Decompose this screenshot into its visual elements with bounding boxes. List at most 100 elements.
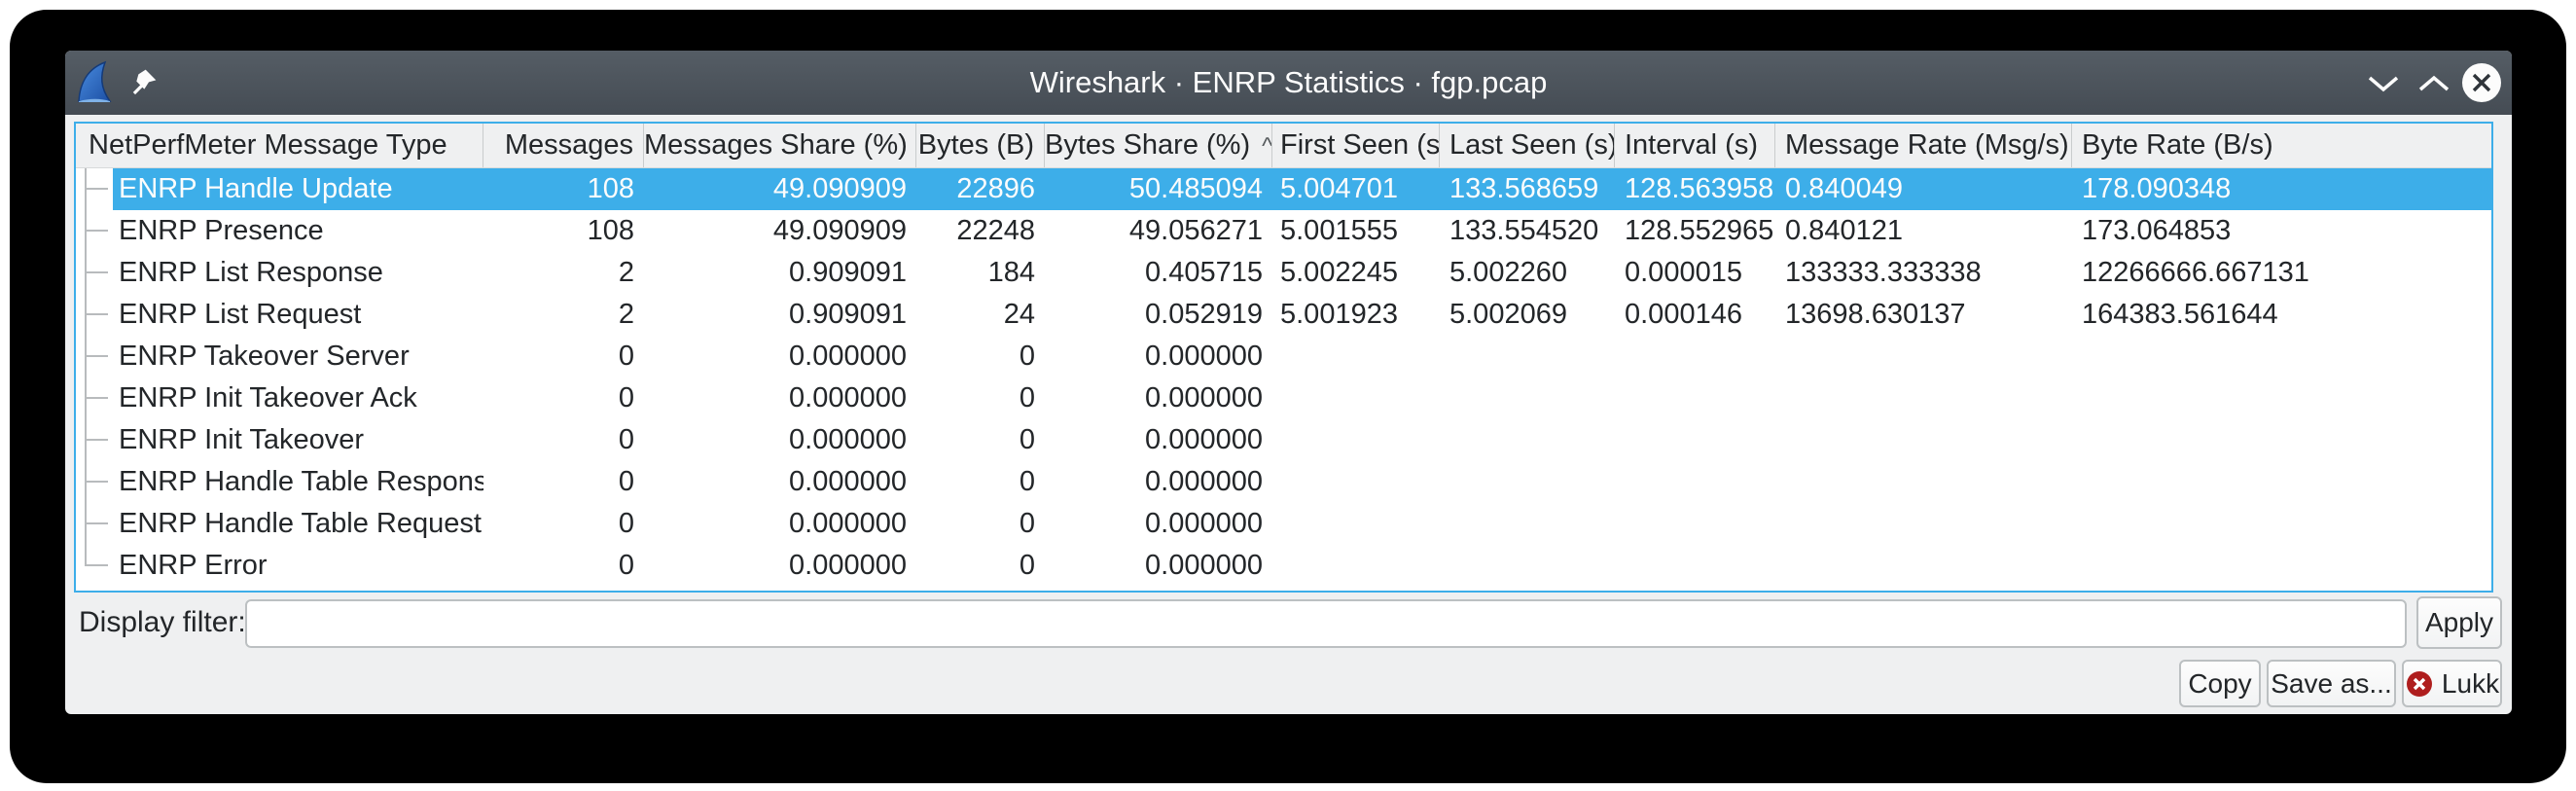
cell-8: 0.840121 (1775, 210, 2072, 252)
column-header-7[interactable]: Interval (s) (1615, 124, 1775, 167)
table-row[interactable]: ENRP Handle Table Request00.00000000.000… (76, 503, 2491, 545)
cell-5 (1272, 545, 1440, 587)
copy-button[interactable]: Copy (2179, 660, 2261, 707)
save-as-button-label: Save as... (2271, 668, 2392, 700)
cell-message-type: ENRP List Response (76, 252, 483, 294)
cell-4: 0.000000 (1045, 503, 1272, 545)
cell-3: 0 (916, 419, 1045, 461)
cell-1: 0 (483, 461, 644, 503)
column-header-0[interactable]: NetPerfMeter Message Type (76, 124, 483, 167)
cell-1: 0 (483, 545, 644, 587)
cell-7 (1615, 378, 1775, 419)
cell-9 (2072, 336, 2491, 378)
table-row[interactable]: ENRP List Response20.9090911840.4057155.… (76, 252, 2491, 294)
cell-8: 0.840049 (1775, 168, 2072, 210)
cell-2: 0.000000 (644, 461, 916, 503)
cell-7: 0.000146 (1615, 294, 1775, 336)
cell-1: 0 (483, 378, 644, 419)
cell-1: 0 (483, 419, 644, 461)
maximize-button[interactable] (2412, 70, 2456, 97)
cell-2: 49.090909 (644, 168, 916, 210)
titlebar[interactable]: Wireshark · ENRP Statistics · fgp.pcap (65, 51, 2512, 115)
table-row[interactable]: ENRP Presence10849.0909092224849.0562715… (76, 210, 2491, 252)
cell-message-type: ENRP Error (76, 545, 483, 587)
cell-5: 5.001555 (1272, 210, 1440, 252)
cell-2: 0.000000 (644, 336, 916, 378)
cell-9: 178.090348 (2072, 168, 2491, 210)
screenshot-root: Wireshark · ENRP Statistics · fgp.pcap N… (0, 0, 2576, 791)
cell-4: 50.485094 (1045, 168, 1272, 210)
cell-6 (1440, 461, 1615, 503)
cell-4: 49.056271 (1045, 210, 1272, 252)
cell-7 (1615, 336, 1775, 378)
cell-8 (1775, 545, 2072, 587)
apply-button[interactable]: Apply (2416, 596, 2502, 649)
cell-6: 133.554520 (1440, 210, 1615, 252)
cell-message-type: ENRP Handle Update (76, 168, 483, 210)
cell-6 (1440, 503, 1615, 545)
cell-5 (1272, 419, 1440, 461)
cell-1: 2 (483, 294, 644, 336)
cell-2: 0.000000 (644, 545, 916, 587)
cell-3: 0 (916, 336, 1045, 378)
column-header-5[interactable]: First Seen (s) (1272, 124, 1440, 167)
cell-5 (1272, 336, 1440, 378)
column-header-6[interactable]: Last Seen (s) (1440, 124, 1615, 167)
statistics-table: NetPerfMeter Message TypeMessagesMessage… (74, 122, 2493, 593)
table-row[interactable]: ENRP Init Takeover Ack00.00000000.000000 (76, 378, 2491, 419)
cell-5 (1272, 461, 1440, 503)
cell-8 (1775, 336, 2072, 378)
cell-6 (1440, 419, 1615, 461)
close-red-icon (2405, 669, 2434, 699)
cell-5: 5.001923 (1272, 294, 1440, 336)
cell-9 (2072, 419, 2491, 461)
cell-6 (1440, 545, 1615, 587)
cell-4: 0.000000 (1045, 461, 1272, 503)
cell-9: 12266666.667131 (2072, 252, 2491, 294)
table-row[interactable]: ENRP List Request20.909091240.0529195.00… (76, 294, 2491, 336)
cell-8: 133333.333338 (1775, 252, 2072, 294)
apply-button-label: Apply (2425, 607, 2493, 638)
table-body: ENRP Handle Update10849.0909092289650.48… (76, 168, 2491, 587)
cell-3: 0 (916, 378, 1045, 419)
cell-3: 0 (916, 461, 1045, 503)
column-header-1[interactable]: Messages (483, 124, 644, 167)
display-filter-input[interactable] (245, 599, 2407, 648)
cell-6: 133.568659 (1440, 168, 1615, 210)
cell-9: 173.064853 (2072, 210, 2491, 252)
cell-8: 13698.630137 (1775, 294, 2072, 336)
save-as-button[interactable]: Save as... (2267, 660, 2396, 707)
dialog-close-button[interactable]: Lukk (2402, 660, 2502, 707)
window-title: Wireshark · ENRP Statistics · fgp.pcap (260, 51, 2317, 115)
table-row[interactable]: ENRP Handle Table Response00.00000000.00… (76, 461, 2491, 503)
copy-button-label: Copy (2188, 668, 2251, 700)
cell-9: 164383.561644 (2072, 294, 2491, 336)
cell-5 (1272, 378, 1440, 419)
table-row[interactable]: ENRP Error00.00000000.000000 (76, 545, 2491, 587)
table-row[interactable]: ENRP Takeover Server00.00000000.000000 (76, 336, 2491, 378)
cell-message-type: ENRP Init Takeover (76, 419, 483, 461)
cell-4: 0.000000 (1045, 336, 1272, 378)
cell-3: 0 (916, 545, 1045, 587)
table-row[interactable]: ENRP Init Takeover00.00000000.000000 (76, 419, 2491, 461)
close-button[interactable] (2462, 63, 2501, 102)
column-header-2[interactable]: Messages Share (%) (644, 124, 916, 167)
cell-7: 128.552965 (1615, 210, 1775, 252)
table-header-row: NetPerfMeter Message TypeMessagesMessage… (76, 124, 2491, 168)
sort-ascending-indicator: ^ (1262, 133, 1272, 160)
column-header-9[interactable]: Byte Rate (B/s) (2072, 124, 2491, 167)
cell-2: 49.090909 (644, 210, 916, 252)
pin-icon[interactable] (127, 66, 159, 99)
cell-2: 0.000000 (644, 503, 916, 545)
cell-message-type: ENRP Handle Table Request (76, 503, 483, 545)
cell-8 (1775, 419, 2072, 461)
table-row[interactable]: ENRP Handle Update10849.0909092289650.48… (76, 168, 2491, 210)
cell-4: 0.000000 (1045, 419, 1272, 461)
column-header-8[interactable]: Message Rate (Msg/s) (1775, 124, 2072, 167)
cell-6: 5.002069 (1440, 294, 1615, 336)
cell-8 (1775, 461, 2072, 503)
column-header-3[interactable]: Bytes (B) (916, 124, 1045, 167)
column-header-4[interactable]: Bytes Share (%)^ (1045, 124, 1272, 167)
cell-3: 22248 (916, 210, 1045, 252)
minimize-button[interactable] (2361, 70, 2406, 97)
